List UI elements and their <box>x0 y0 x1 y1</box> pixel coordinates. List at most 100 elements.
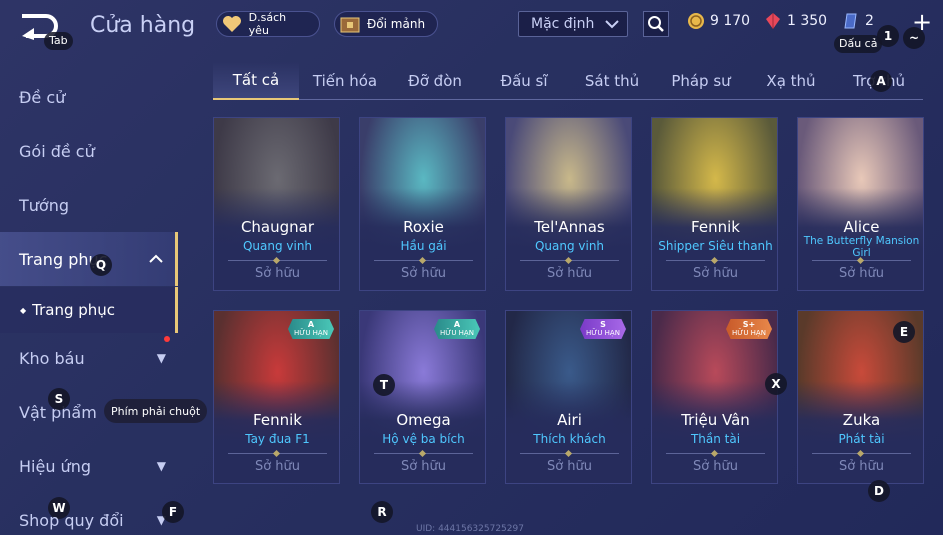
right-click-tooltip: Phím phải chuột <box>104 399 208 423</box>
wishlist-button[interactable]: D.sách yêu <box>216 11 320 37</box>
user-id: UID: 444156325725297 <box>416 524 524 534</box>
search-icon <box>648 16 664 32</box>
tab-marksman[interactable]: Xạ thủ <box>751 62 831 100</box>
search-button[interactable] <box>643 11 669 37</box>
divider <box>666 453 765 454</box>
gold-currency: 9 170 <box>687 12 750 30</box>
back-key-hint: Tab <box>44 32 73 50</box>
owned-status: Sở hữu <box>692 459 739 474</box>
hero-name: Fennik <box>253 411 302 429</box>
divider <box>228 260 327 261</box>
sidebar-item-label: Hiệu ứng <box>19 456 91 476</box>
tab-mage[interactable]: Pháp sư <box>661 62 741 100</box>
sidebar-item-treasure[interactable]: Kho báu ▼ <box>0 331 178 385</box>
treasure-chest-icon <box>339 13 361 35</box>
page-title: Cửa hàng <box>90 13 196 38</box>
owned-status: Sở hữu <box>838 266 885 281</box>
skin-card[interactable]: S+ HỮU HẠN Triệu Vân Thần tài Sở hữu <box>651 310 778 484</box>
tab-assassin[interactable]: Sát thủ <box>573 62 651 100</box>
sidebar-subitem-label: Trang phục <box>32 301 116 319</box>
key-hint-f: F <box>162 501 184 523</box>
skin-name: Hầu gái <box>400 239 447 253</box>
sidebar-item-label: Đề cử <box>19 87 66 107</box>
owned-status: Sở hữu <box>254 459 301 474</box>
ruby-icon <box>766 13 780 29</box>
badge-label: HỮU HẠN <box>440 329 474 337</box>
hero-name: Omega <box>396 411 451 429</box>
tab-tank[interactable]: Đỡ đòn <box>395 62 475 100</box>
sidebar-item-label: Kho báu <box>19 348 85 368</box>
skin-card[interactable]: Roxie Hầu gái Sở hữu <box>359 117 486 291</box>
skin-card[interactable]: Tel'Annas Quang vinh Sở hữu <box>505 117 632 291</box>
key-hint-t: T <box>373 374 395 396</box>
chevron-down-icon: ▼ <box>156 459 166 473</box>
skin-name: Tay đua F1 <box>245 432 310 446</box>
divider <box>812 453 911 454</box>
sort-value: Mặc định <box>531 16 595 32</box>
skin-name: Shipper Siêu thanh <box>658 239 773 253</box>
divider <box>520 453 619 454</box>
key-hint-a: A <box>870 70 892 92</box>
divider <box>812 260 911 261</box>
skin-card[interactable]: Chaugnar Quang vinh Sở hữu <box>213 117 340 291</box>
bullet-icon: ◆ <box>20 305 27 315</box>
key-hint-x: X <box>765 373 787 395</box>
key-hint-s: S <box>48 388 70 410</box>
hero-name: Tel'Annas <box>534 218 605 236</box>
skin-name: Hộ vệ ba bích <box>382 432 465 446</box>
gold-value: 9 170 <box>710 13 751 29</box>
skin-name: Thích khách <box>533 432 606 446</box>
hero-name: Triệu Vân <box>681 411 750 429</box>
skin-card[interactable]: Fennik Shipper Siêu thanh Sở hữu <box>651 117 778 291</box>
sidebar-subitem-skins[interactable]: ◆ Trang phục <box>0 287 178 333</box>
key-hint-q: Q <box>90 254 112 276</box>
notification-dot <box>164 336 170 342</box>
badge-tier: A <box>453 320 461 329</box>
badge-label: HỮU HẠN <box>294 329 328 337</box>
owned-status: Sở hữu <box>692 266 739 281</box>
add-currency-button[interactable]: + <box>912 10 932 34</box>
tab-evolve[interactable]: Tiến hóa <box>305 62 385 100</box>
sidebar-item-effects[interactable]: Hiệu ứng ▼ <box>0 439 178 493</box>
key-hint-r: R <box>371 501 393 523</box>
owned-status: Sở hữu <box>838 459 885 474</box>
badge-tier: S <box>600 320 606 329</box>
key-hint-d: D <box>868 480 890 502</box>
chevron-down-icon: ▼ <box>156 351 166 365</box>
sidebar-item-label: Gói đề cử <box>19 141 95 161</box>
chevron-up-icon <box>149 254 163 263</box>
sidebar-item-heroes[interactable]: Tướng <box>0 178 178 232</box>
key-hint-e: E <box>893 321 915 343</box>
skin-card[interactable]: Alice The Butterfly Mansion Girl Sở hữu <box>797 117 924 291</box>
sidebar-item-exchange-shop[interactable]: Shop quy đổi ▼ <box>0 493 178 535</box>
owned-status: Sở hữu <box>546 459 593 474</box>
sort-dropdown[interactable]: Mặc định <box>518 11 628 37</box>
skin-name: Thần tài <box>690 432 741 446</box>
hero-name: Roxie <box>403 218 444 236</box>
wishlist-label: D.sách yêu <box>248 11 287 37</box>
sidebar-item-skins[interactable]: Trang phục <box>0 232 178 286</box>
divider <box>228 453 327 454</box>
skin-card[interactable]: S HỮU HẠN Airi Thích khách Sở hữu <box>505 310 632 484</box>
skin-name: Quang vinh <box>242 239 313 253</box>
owned-status: Sở hữu <box>400 266 447 281</box>
sidebar-item-recommended-packs[interactable]: Gói đề cử <box>0 124 178 178</box>
voucher-currency: 2 <box>842 12 874 30</box>
rarity-badge: S HỮU HẠN <box>580 319 626 339</box>
back-button[interactable]: Tab <box>20 10 73 50</box>
owned-status: Sở hữu <box>400 459 447 474</box>
badge-label: HỮU HẠN <box>732 329 766 337</box>
skin-card[interactable]: A HỮU HẠN Fennik Tay đua F1 Sở hữu <box>213 310 340 484</box>
badge-label: HỮU HẠN <box>586 329 620 337</box>
rarity-badge: A HỮU HẠN <box>434 319 480 339</box>
hero-name: Airi <box>557 411 582 429</box>
skin-name: Quang vinh <box>534 239 605 253</box>
exchange-shard-button[interactable]: Đổi mảnh <box>334 11 438 37</box>
ruby-value: 1 350 <box>787 13 828 29</box>
tab-all[interactable]: Tất cả <box>213 62 299 100</box>
skin-card[interactable]: A HỮU HẠN Omega Hộ vệ ba bích Sở hữu <box>359 310 486 484</box>
sidebar-item-recommended[interactable]: Đề cử <box>0 70 178 124</box>
divider <box>374 453 473 454</box>
voucher-value: 2 <box>865 13 874 29</box>
tab-fighter[interactable]: Đấu sĩ <box>485 62 563 100</box>
